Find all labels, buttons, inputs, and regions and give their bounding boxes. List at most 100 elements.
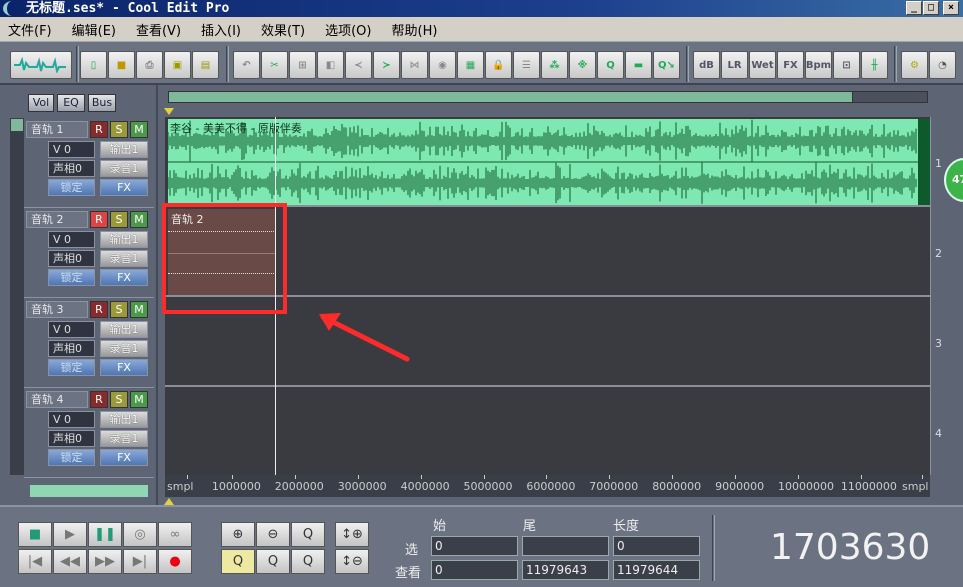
view-length-field[interactable]: 11979644 [613,560,700,580]
pan-field[interactable]: 声相0 [48,160,95,177]
save-icon[interactable]: ▣ [164,51,191,79]
fast-forward-button[interactable]: ▶▶ [88,549,122,574]
mute-button[interactable]: M [130,391,148,408]
close-button[interactable]: × [943,1,959,15]
pan-field[interactable]: 声相0 [48,250,95,267]
menu-insert[interactable]: 插入(I) [201,20,241,39]
vertical-zoom-out-icon[interactable]: ↕⊖ [335,549,369,574]
snap-clip-icon[interactable]: ※ [569,51,596,79]
record-arm-button[interactable]: R [90,301,108,318]
audio-clip-1[interactable]: 李谷 - 美美不得 - 原版伴奏 [168,119,930,205]
tab-eq[interactable]: EQ [57,94,85,112]
zoom-selection-icon[interactable]: Q [221,549,255,574]
volume-field[interactable]: V 0 [48,321,95,338]
envelope-icon[interactable]: ≺ [345,51,372,79]
record-button[interactable]: ● [158,549,192,574]
fx-button[interactable]: FX [100,359,148,376]
selection-length-field[interactable]: 0 [613,536,700,556]
menu-view[interactable]: 查看(V) [136,20,181,39]
rewind-button[interactable]: ◀◀ [53,549,87,574]
record-arm-button[interactable]: R [90,121,108,138]
time-ruler[interactable]: smpl 1000000 2000000 3000000 4000000 5000000 6… [165,475,930,497]
snap-marker-icon[interactable]: ▬ [625,51,652,79]
end-marker-icon[interactable] [164,498,174,505]
solo-button[interactable]: S [110,121,128,138]
play-button[interactable]: ▶ [53,522,87,547]
volume-envelope-button[interactable]: dB [693,51,720,79]
settings-icon[interactable]: ⚙ [901,51,928,79]
pan-field[interactable]: 声相0 [48,430,95,447]
tab-vol[interactable]: Vol [28,94,54,112]
overview-bar[interactable] [168,91,928,103]
track-area[interactable]: 李谷 - 美美不得 - 原版伴奏 音轨 2 [162,117,930,477]
loop-button[interactable]: ∞ [158,522,192,547]
fx-button[interactable]: FX [100,179,148,196]
record-input-button[interactable]: 录音1 [100,340,148,357]
fx-button[interactable]: FX [100,269,148,286]
minimize-button[interactable]: _ [906,1,922,15]
mute-button[interactable]: M [130,121,148,138]
open-folder-icon[interactable]: ■ [108,51,135,79]
go-to-end-button[interactable]: ▶| [123,549,157,574]
zoom-right-icon[interactable]: Q [291,549,325,574]
tab-bus[interactable]: Bus [88,94,116,112]
view-begin-field[interactable]: 0 [431,560,518,580]
track-name[interactable]: 音轨 2 [26,211,88,228]
view-end-field[interactable]: 11979643 [522,560,609,580]
track-name[interactable]: 音轨 1 [26,121,88,138]
print-icon[interactable]: ⎙ [136,51,163,79]
trim-icon[interactable]: ⊞ [289,51,316,79]
menu-help[interactable]: 帮助(H) [392,20,438,39]
track-lane-4[interactable] [165,387,930,477]
zoom-left-icon[interactable]: Q [256,549,290,574]
snap-ruler-icon[interactable]: ⁂ [541,51,568,79]
waveform-view-toggle[interactable] [10,51,72,79]
menu-options[interactable]: 选项(O) [325,20,371,39]
mute-button[interactable]: M [130,211,148,228]
solo-button[interactable]: S [110,211,128,228]
solo-button[interactable]: S [110,391,128,408]
cut-icon[interactable]: ✂ [261,51,288,79]
output-button[interactable]: 输出1 [100,321,148,338]
lock-button[interactable]: 锁定 [48,269,95,286]
lock-button[interactable]: 锁定 [48,449,95,466]
edit-envelope-icon[interactable]: ⊡ [833,51,860,79]
volume-field[interactable]: V 0 [48,141,95,158]
time-lock-icon[interactable]: ◔ [929,51,956,79]
snap-icon[interactable]: ▦ [457,51,484,79]
save-as-icon[interactable]: ▤ [192,51,219,79]
mute-button[interactable]: M [130,301,148,318]
track-name[interactable]: 音轨 4 [26,391,88,408]
go-to-start-button[interactable]: |◀ [18,549,52,574]
fx-envelope-button[interactable]: FX [777,51,804,79]
overview-range[interactable] [169,92,853,102]
volume-field[interactable]: V 0 [48,411,95,428]
playhead-marker-icon[interactable] [164,108,174,115]
time-stretch-icon[interactable]: ◉ [429,51,456,79]
scroll-thumb[interactable] [11,119,23,131]
lock-button[interactable]: 锁定 [48,359,95,376]
snap-loop-icon[interactable]: Q [597,51,624,79]
track-lane-1[interactable]: 李谷 - 美美不得 - 原版伴奏 [165,117,930,207]
track-name[interactable]: 音轨 3 [26,301,88,318]
zoom-in-icon[interactable]: ⊕ [221,522,255,547]
record-input-button[interactable]: 录音1 [100,250,148,267]
new-file-icon[interactable]: ▯ [80,51,107,79]
pause-button[interactable]: ❚❚ [88,522,122,547]
menu-edit[interactable]: 编辑(E) [72,20,116,39]
play-to-end-button[interactable]: ◎ [123,522,157,547]
lock-icon[interactable]: 🔒 [485,51,512,79]
bpm-button[interactable]: Bpm [805,51,832,79]
record-input-button[interactable]: 录音1 [100,430,148,447]
record-input-button[interactable]: 录音1 [100,160,148,177]
wet-envelope-button[interactable]: Wet [749,51,776,79]
selection-begin-field[interactable]: 0 [431,536,518,556]
selection-end-field[interactable] [522,536,609,556]
zoom-full-icon[interactable]: Q [291,522,325,547]
stop-button[interactable]: ■ [18,522,52,547]
vertical-zoom-in-icon[interactable]: ↕⊕ [335,522,369,547]
menu-file[interactable]: 文件(F) [8,20,52,39]
crossfade-icon[interactable]: ⋈ [401,51,428,79]
pan-envelope-button[interactable]: LR [721,51,748,79]
undo-icon[interactable]: ↶ [233,51,260,79]
